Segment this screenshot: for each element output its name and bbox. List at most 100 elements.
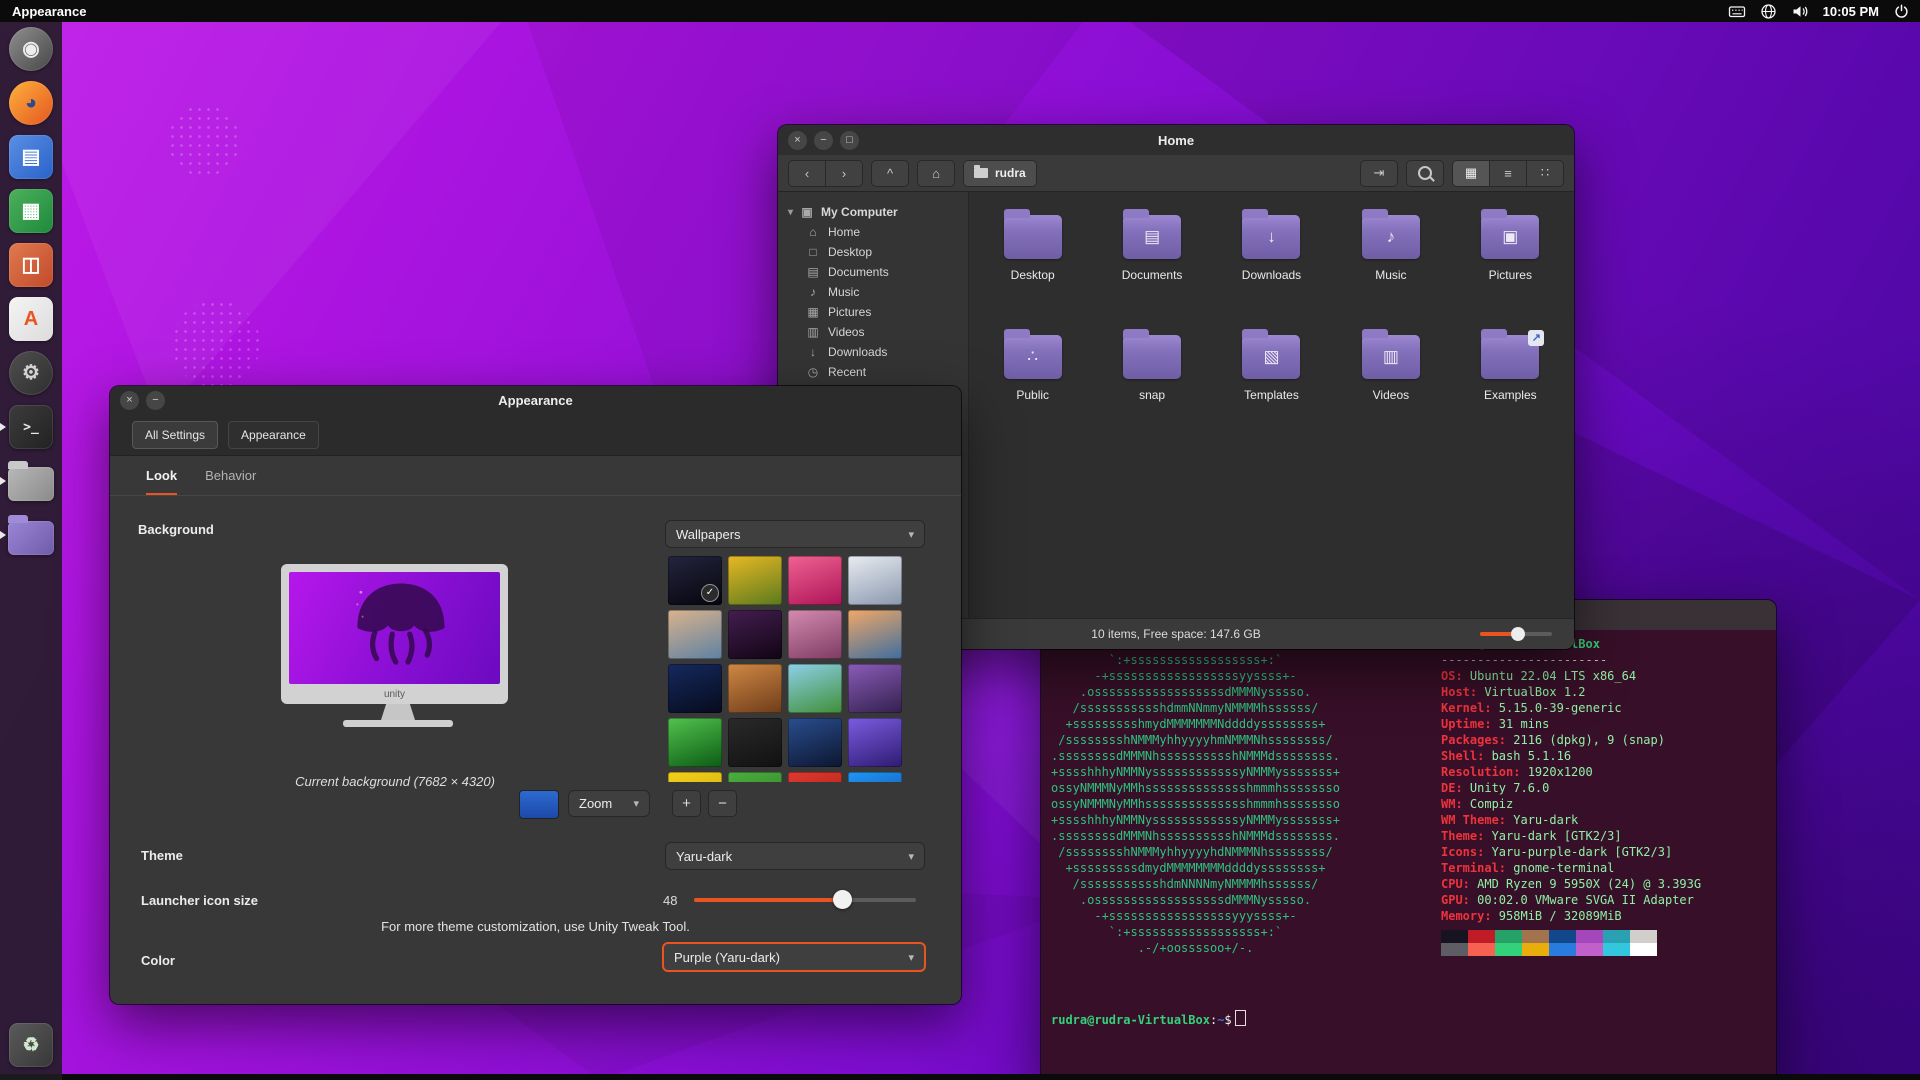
appearance-window[interactable]: × − Appearance All Settings Appearance L…	[110, 386, 961, 1004]
forward-button[interactable]: ›	[825, 161, 862, 186]
preview-jellyfish	[348, 580, 453, 676]
wallpaper-thumb-18[interactable]	[728, 772, 782, 782]
zoom-mode-dropdown[interactable]: Zoom ▾	[568, 790, 650, 817]
wallpaper-thumb-20[interactable]	[848, 772, 902, 782]
wallpaper-thumb-19[interactable]	[788, 772, 842, 782]
sidebar-item-pictures[interactable]: ▦Pictures	[778, 302, 968, 322]
file-examples[interactable]: ↗Examples	[1451, 328, 1570, 448]
launcher-item-settings[interactable]: ⚙	[0, 346, 62, 400]
wallpaper-thumb-9[interactable]	[668, 664, 722, 713]
wallpaper-grid[interactable]: ✓	[668, 556, 908, 782]
shell-prompt[interactable]: rudra@rudra-VirtualBox:~$	[1051, 1010, 1246, 1028]
file-music[interactable]: ♪Music	[1331, 208, 1450, 328]
launcher-item-ubuntu-software[interactable]: A	[0, 292, 62, 346]
file-videos[interactable]: ▥Videos	[1331, 328, 1450, 448]
sidebar-item-desktop[interactable]: □Desktop	[778, 242, 968, 262]
zoom-slider[interactable]	[1480, 632, 1552, 636]
launcher-item-libreoffice-writer[interactable]: ▤	[0, 130, 62, 184]
sidebar-item-documents[interactable]: ▤Documents	[778, 262, 968, 282]
up-button[interactable]: ^	[871, 160, 909, 187]
sidebar-item-videos[interactable]: ▥Videos	[778, 322, 968, 342]
launcher-item-terminal[interactable]: >_	[0, 400, 62, 454]
launcher-item-libreoffice-impress[interactable]: ◫	[0, 238, 62, 292]
launcher-item-ubuntu-button[interactable]: ◉	[0, 22, 62, 76]
terminal-window[interactable]: × − □ rudra@rudra-VirtualBox .-/+oosssso…	[1041, 600, 1776, 1080]
wallpaper-thumb-13[interactable]	[668, 718, 722, 767]
launcher-item-archive[interactable]	[0, 508, 62, 562]
wallpaper-thumb-14[interactable]	[728, 718, 782, 767]
panel-clock[interactable]: 10:05 PM	[1823, 4, 1879, 19]
wallpaper-thumb-12[interactable]	[848, 664, 902, 713]
file-label: Documents	[1122, 268, 1183, 282]
maximize-button[interactable]: □	[840, 131, 859, 150]
wallpaper-thumb-8[interactable]	[848, 610, 902, 659]
close-button[interactable]: ×	[120, 391, 139, 410]
all-settings-button[interactable]: All Settings	[132, 421, 218, 449]
sidebar-item-home[interactable]: ⌂Home	[778, 222, 968, 242]
wallpaper-thumb-3[interactable]	[788, 556, 842, 605]
keyboard-indicator-icon[interactable]	[1728, 4, 1746, 19]
sidebar-item-downloads[interactable]: ↓Downloads	[778, 342, 968, 362]
zoom-slider-knob[interactable]	[1511, 627, 1525, 641]
icon-view-button[interactable]: ▦	[1453, 161, 1489, 186]
file-pictures[interactable]: ▣Pictures	[1451, 208, 1570, 328]
breadcrumb[interactable]: rudra	[963, 160, 1037, 187]
launcher-item-firefox[interactable]: ◕	[0, 76, 62, 130]
wallpaper-thumb-1[interactable]: ✓	[668, 556, 722, 605]
power-icon[interactable]	[1893, 3, 1910, 20]
wallpaper-source-dropdown[interactable]: Wallpapers ▾	[665, 520, 925, 548]
sidebar-items: ⌂Home□Desktop▤Documents♪Music▦Pictures▥V…	[778, 222, 968, 382]
launcher-icon-size-slider[interactable]	[694, 898, 916, 902]
file-public[interactable]: ∴Public	[973, 328, 1092, 448]
compact-view-button[interactable]: ∷	[1526, 161, 1563, 186]
close-button[interactable]: ×	[788, 131, 807, 150]
launcher-item-files[interactable]	[0, 454, 62, 508]
volume-icon[interactable]	[1791, 4, 1809, 19]
wallpaper-thumb-17[interactable]	[668, 772, 722, 782]
back-button[interactable]: ‹	[789, 161, 825, 186]
file-templates[interactable]: ▧Templates	[1212, 328, 1331, 448]
folder-emblem-icon: ▤	[1123, 215, 1181, 259]
search-button[interactable]	[1406, 160, 1444, 187]
location-entry-toggle-button[interactable]: ⇥	[1360, 160, 1398, 187]
minimize-button[interactable]: −	[146, 391, 165, 410]
wallpaper-thumb-11[interactable]	[788, 664, 842, 713]
wallpaper-thumb-4[interactable]	[848, 556, 902, 605]
expander-icon[interactable]: ▾	[788, 207, 793, 218]
network-icon[interactable]	[1760, 3, 1777, 20]
file-manager-titlebar[interactable]: × − □ Home	[778, 125, 1574, 155]
color-dropdown[interactable]: Purple (Yaru-dark) ▾	[662, 942, 926, 972]
launcher-item-libreoffice-calc[interactable]: ▦	[0, 184, 62, 238]
appearance-titlebar[interactable]: × − Appearance	[110, 386, 961, 414]
home-button[interactable]: ⌂	[917, 160, 955, 187]
launcher-item-trash[interactable]: ♻	[0, 1018, 62, 1072]
wallpaper-thumb-10[interactable]	[728, 664, 782, 713]
wallpaper-thumb-6[interactable]	[728, 610, 782, 659]
tab-behavior[interactable]: Behavior	[205, 468, 256, 495]
wallpaper-thumb-16[interactable]	[848, 718, 902, 767]
wallpaper-thumb-5[interactable]	[668, 610, 722, 659]
wallpaper-thumb-7[interactable]	[788, 610, 842, 659]
theme-dropdown[interactable]: Yaru-dark ▾	[665, 842, 925, 870]
file-downloads[interactable]: ↓Downloads	[1212, 208, 1331, 328]
wallpaper-thumb-15[interactable]	[788, 718, 842, 767]
sidebar-item-label: Downloads	[828, 345, 887, 359]
file-snap[interactable]: snap	[1092, 328, 1211, 448]
minimize-button[interactable]: −	[814, 131, 833, 150]
slider-knob[interactable]	[833, 890, 852, 909]
remove-wallpaper-button[interactable]: −	[708, 790, 737, 817]
sidebar-item-my-computer[interactable]: ▾ ▣ My Computer	[778, 202, 968, 222]
neofetch-info-line: Terminal: gnome-terminal	[1441, 860, 1701, 876]
file-desktop[interactable]: Desktop	[973, 208, 1092, 328]
list-view-button[interactable]: ≡	[1489, 161, 1526, 186]
neofetch-info-line: Memory: 958MiB / 32089MiB	[1441, 908, 1701, 924]
add-wallpaper-button[interactable]: +	[672, 790, 701, 817]
search-icon	[1418, 166, 1432, 180]
tab-look[interactable]: Look	[146, 468, 177, 495]
wallpaper-thumb-2[interactable]	[728, 556, 782, 605]
file-documents[interactable]: ▤ Documents	[1092, 208, 1211, 328]
appearance-panel-button[interactable]: Appearance	[228, 421, 319, 449]
color-swatch-button[interactable]	[519, 790, 559, 819]
sidebar-item-music[interactable]: ♪Music	[778, 282, 968, 302]
sidebar-item-recent[interactable]: ◷Recent	[778, 362, 968, 382]
